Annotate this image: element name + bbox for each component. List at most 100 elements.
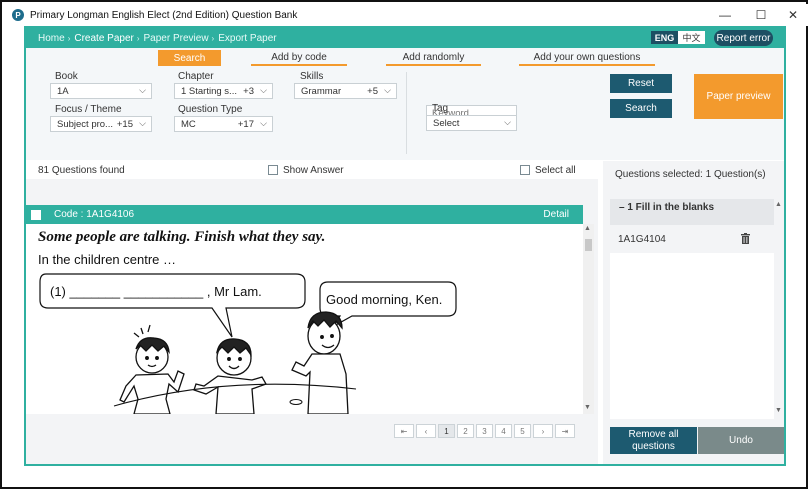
question-type-label: Question Type	[178, 104, 243, 115]
close-button[interactable]: ✕	[778, 4, 808, 26]
book-select[interactable]: 1A ⌵	[50, 83, 152, 99]
scroll-down-icon[interactable]: ▼	[775, 407, 782, 414]
book-value: 1A	[57, 85, 69, 97]
tab-add-randomly[interactable]: Add randomly	[386, 50, 481, 66]
focus-value: Subject pro...	[57, 118, 113, 130]
skills-label: Skills	[300, 71, 324, 82]
question-type-value: MC	[181, 118, 196, 130]
chapter-select[interactable]: 1 Starting s... +3 ⌵	[174, 83, 273, 99]
chapter-count: +3	[243, 86, 254, 97]
tag-select[interactable]: Select ⌵	[426, 115, 517, 131]
chevron-down-icon: ⌵	[139, 85, 146, 95]
next-page-button[interactable]: ›	[533, 424, 553, 438]
select-all-label: Select all	[535, 164, 576, 176]
chevron-down-icon: ⌵	[384, 85, 391, 95]
child-figure-2	[193, 338, 267, 414]
chapter-label: Chapter	[178, 71, 214, 82]
question-type-count: +17	[237, 119, 254, 130]
tab-add-own-questions[interactable]: Add your own questions	[519, 50, 655, 66]
chevron-right-icon: ›	[136, 33, 140, 43]
selected-group-header[interactable]: – 1 Fill in the blanks	[610, 199, 774, 225]
selected-item: 1A1G4104	[610, 225, 774, 253]
search-button[interactable]: Search	[610, 99, 672, 118]
skills-value: Grammar	[301, 85, 342, 97]
chevron-down-icon: ⌵	[260, 118, 267, 128]
lang-zh-button[interactable]: 中文	[678, 31, 705, 44]
report-error-button[interactable]: Report error	[714, 30, 773, 46]
last-page-button[interactable]: ⇥	[555, 424, 575, 438]
child-figure-1	[119, 324, 185, 414]
results-count: 81 Questions found	[38, 164, 125, 176]
focus-select[interactable]: Subject pro... +15 ⌵	[50, 116, 152, 132]
app-window: P Primary Longman English Elect (2nd Edi…	[0, 0, 808, 489]
scroll-down-icon[interactable]: ▼	[584, 404, 591, 411]
question-content: Some people are talking. Finish what the…	[26, 224, 583, 414]
crumb-paper-preview[interactable]: Paper Preview	[144, 33, 209, 44]
selected-questions-panel: Questions selected: 1 Question(s) – 1 Fi…	[603, 161, 784, 464]
skills-select[interactable]: Grammar +5 ⌵	[294, 83, 397, 99]
filter-panel: Search Add by code Add randomly Add your…	[26, 48, 784, 160]
scroll-up-icon[interactable]: ▲	[775, 201, 782, 208]
reset-button[interactable]: Reset	[610, 74, 672, 93]
show-answer-checkbox[interactable]	[268, 165, 278, 175]
prev-page-button[interactable]: ‹	[416, 424, 436, 438]
chevron-right-icon: ›	[211, 33, 215, 43]
child-figure-3	[291, 311, 349, 414]
chapter-value: 1 Starting s...	[181, 85, 237, 97]
page-2-button[interactable]: 2	[457, 424, 474, 438]
tab-add-by-code[interactable]: Add by code	[251, 50, 347, 66]
tab-search[interactable]: Search	[158, 50, 221, 66]
breadcrumb: Home › Create Paper › Paper Preview › Ex…	[26, 28, 784, 48]
window-title: Primary Longman English Elect (2nd Editi…	[30, 9, 298, 21]
bubble-text-2: Good morning, Ken.	[326, 292, 443, 307]
select-all-toggle[interactable]: Select all	[520, 161, 576, 179]
trash-icon[interactable]	[741, 233, 750, 244]
question-list: Code : 1A1G4106 Detail Some people are t…	[26, 179, 598, 464]
selected-scrollbar[interactable]: ▲ ▼	[774, 199, 783, 419]
crumb-create-paper[interactable]: Create Paper	[74, 33, 133, 44]
skills-count: +5	[367, 86, 378, 97]
page-3-button[interactable]: 3	[476, 424, 493, 438]
book-label: Book	[55, 71, 78, 82]
show-answer-label: Show Answer	[283, 164, 344, 176]
chevron-right-icon: ›	[67, 33, 71, 43]
minimize-button[interactable]: —	[710, 4, 740, 26]
page-4-button[interactable]: 4	[495, 424, 512, 438]
question-detail-link[interactable]: Detail	[543, 209, 569, 220]
paper-preview-button[interactable]: Paper preview	[694, 74, 783, 119]
chevron-down-icon: ⌵	[504, 117, 511, 127]
selected-list: – 1 Fill in the blanks 1A1G4104 ▲ ▼	[610, 199, 783, 419]
maximize-button[interactable]: ☐	[746, 4, 776, 26]
focus-count: +15	[116, 119, 133, 130]
chevron-down-icon: ⌵	[260, 85, 267, 95]
scroll-thumb[interactable]	[585, 239, 592, 251]
page-5-button[interactable]: 5	[514, 424, 531, 438]
scroll-up-icon[interactable]: ▲	[584, 225, 591, 232]
question-checkbox[interactable]	[31, 209, 41, 220]
main-content: Home › Create Paper › Paper Preview › Ex…	[26, 28, 784, 464]
question-scrollbar[interactable]: ▲ ▼	[583, 224, 594, 414]
question-code: Code : 1A1G4106	[54, 209, 135, 220]
pagination: ⇤ ‹ 1 2 3 4 5 › ⇥	[394, 424, 577, 438]
crumb-export-paper[interactable]: Export Paper	[218, 33, 276, 44]
crumb-home[interactable]: Home	[38, 33, 65, 44]
tag-label: Tag	[432, 103, 449, 114]
chevron-down-icon: ⌵	[139, 118, 146, 128]
show-answer-toggle[interactable]: Show Answer	[268, 161, 344, 179]
tag-value: Select	[433, 117, 460, 129]
first-page-button[interactable]: ⇤	[394, 424, 414, 438]
question-type-select[interactable]: MC +17 ⌵	[174, 116, 273, 132]
selected-item-code: 1A1G4104	[618, 233, 666, 245]
select-all-checkbox[interactable]	[520, 165, 530, 175]
page-1-button[interactable]: 1	[438, 424, 455, 438]
divider	[406, 72, 407, 154]
title-bar: P Primary Longman English Elect (2nd Edi…	[4, 4, 808, 26]
question-header: Code : 1A1G4106 Detail	[26, 205, 583, 224]
focus-label: Focus / Theme	[55, 104, 122, 115]
selected-summary: Questions selected: 1 Question(s)	[615, 169, 766, 180]
bubble-text-1: (1) _______ ___________ , Mr Lam.	[50, 284, 262, 299]
question-illustration	[39, 273, 457, 414]
undo-button[interactable]: Undo	[698, 427, 784, 454]
remove-all-button[interactable]: Remove all questions	[610, 427, 697, 454]
lang-eng-button[interactable]: ENG	[651, 31, 678, 44]
